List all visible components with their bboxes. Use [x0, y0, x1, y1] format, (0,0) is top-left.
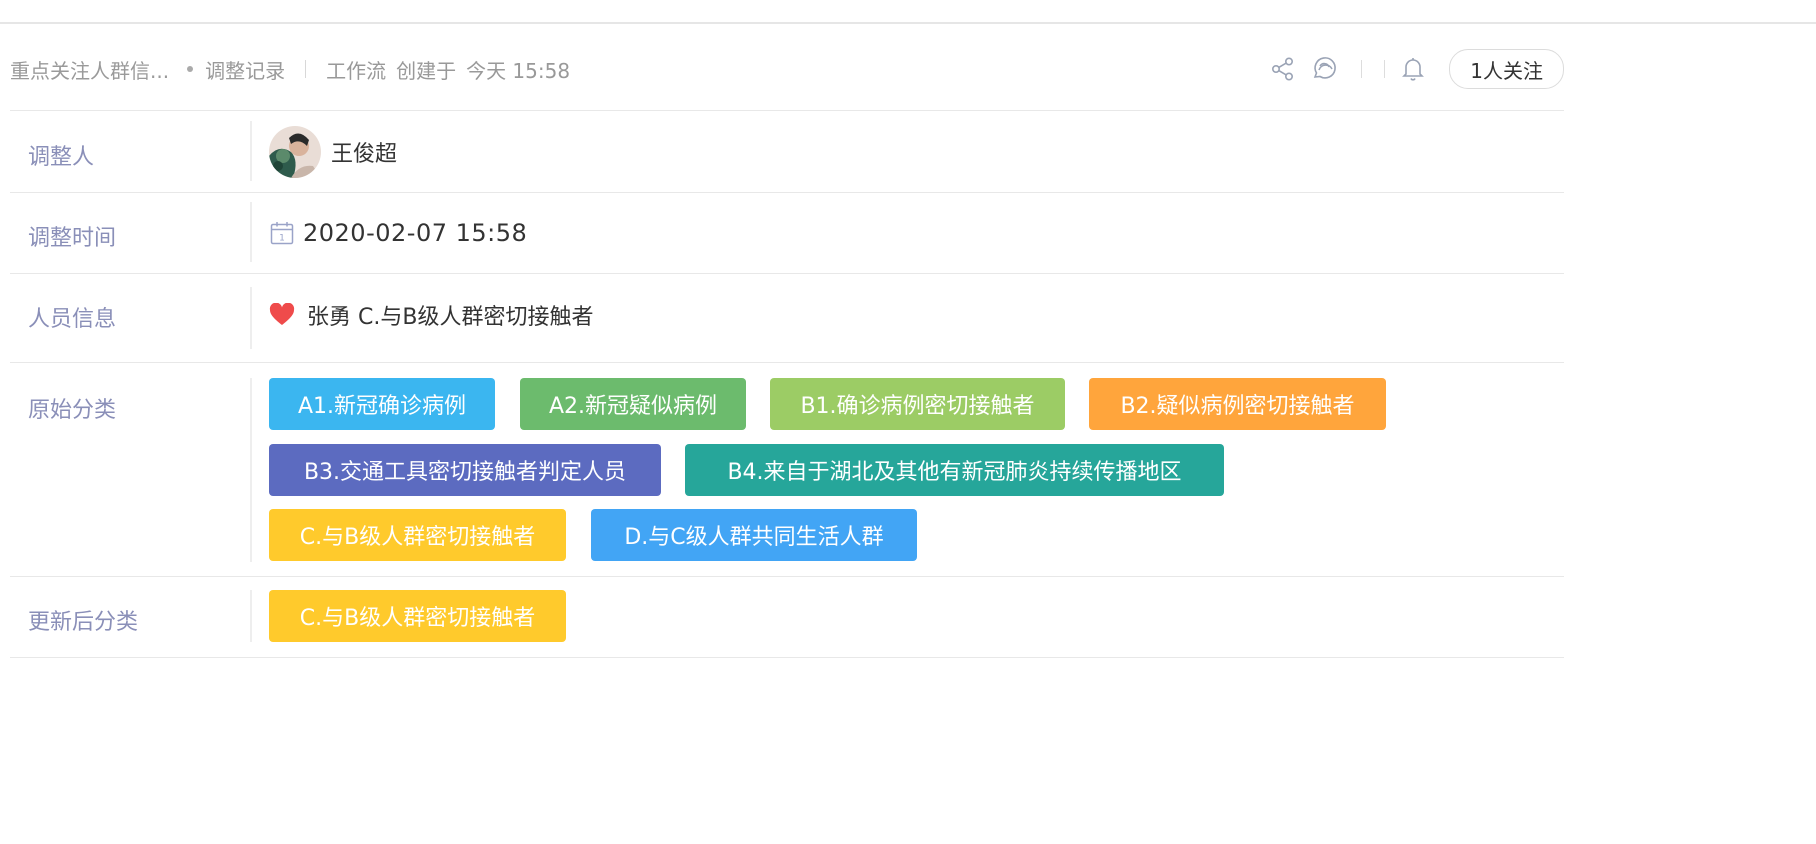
field-divider: [250, 287, 252, 349]
field-value: 张勇 C.与B级人群密切接触者: [269, 295, 593, 335]
updated-category-tag: C.与B级人群密切接触者: [269, 590, 566, 642]
header-actions: 1人关注: [1255, 49, 1564, 89]
category-tag: C.与B级人群密切接触者: [269, 509, 566, 561]
field-label: 更新后分类: [28, 610, 139, 635]
share-icon[interactable]: [1269, 55, 1297, 83]
category-tag: B2.疑似病例密切接触者: [1089, 378, 1386, 430]
created-label: 创建于: [396, 58, 457, 83]
category-tag: A2.新冠疑似病例: [520, 378, 746, 430]
category-tag: B3.交通工具密切接触者判定人员: [269, 444, 661, 496]
field-label: 原始分类: [28, 398, 117, 423]
header-separator: [1361, 60, 1363, 78]
discussion-icon[interactable]: [1311, 55, 1339, 83]
category-tag: B4.来自于湖北及其他有新冠肺炎持续传播地区: [685, 444, 1224, 496]
field-divider: [250, 378, 252, 562]
field-divider: [250, 202, 252, 262]
breadcrumb-separator: [305, 60, 307, 78]
field-row-original-category: 原始分类 A1.新冠确诊病例 A2.新冠疑似病例 B1.确诊病例密切接触者 B2…: [10, 362, 1564, 577]
field-row-time: 调整时间 1 2020-02-07 15:58: [10, 192, 1564, 274]
adjuster-name[interactable]: 王俊超: [331, 136, 397, 168]
category-tag: B1.确诊病例密切接触者: [770, 378, 1065, 430]
field-row-person: 人员信息 张勇 C.与B级人群密切接触者: [10, 273, 1564, 363]
field-divider: [250, 590, 252, 642]
field-value: 1 2020-02-07 15:58: [269, 212, 527, 254]
created-time: 今天 15:58: [466, 58, 571, 83]
breadcrumb-title[interactable]: 重点关注人群信...: [10, 55, 169, 84]
field-label: 调整人: [28, 145, 95, 170]
follow-button[interactable]: 1人关注: [1449, 49, 1564, 89]
field-row-updated-category: 更新后分类 C.与B级人群密切接触者: [10, 576, 1564, 658]
bell-icon[interactable]: [1399, 55, 1427, 83]
breadcrumb-dot: [187, 66, 194, 72]
top-divider: [0, 22, 1816, 24]
record-header: 重点关注人群信... 调整记录 工作流 创建于 今天 15:58 1人关注: [10, 44, 1564, 94]
field-value: 王俊超: [269, 125, 397, 179]
person-info-link[interactable]: 张勇 C.与B级人群密切接触者: [307, 299, 593, 331]
calendar-icon: 1: [269, 220, 295, 246]
field-divider: [250, 121, 252, 181]
category-tag: D.与C级人群共同生活人群: [591, 509, 917, 561]
field-label: 人员信息: [28, 307, 117, 332]
category-tag: A1.新冠确诊病例: [269, 378, 495, 430]
field-label: 调整时间: [28, 226, 117, 251]
calendar-day: 1: [279, 234, 285, 244]
avatar[interactable]: [269, 126, 321, 178]
field-row-adjuster: 调整人 王俊超: [10, 111, 1564, 193]
heart-icon: [269, 303, 295, 327]
header-separator: [1384, 60, 1386, 78]
workflow-label: 工作流: [326, 58, 387, 83]
breadcrumb-record: 调整记录: [205, 58, 286, 83]
adjust-time-value: 2020-02-07 15:58: [303, 219, 528, 247]
